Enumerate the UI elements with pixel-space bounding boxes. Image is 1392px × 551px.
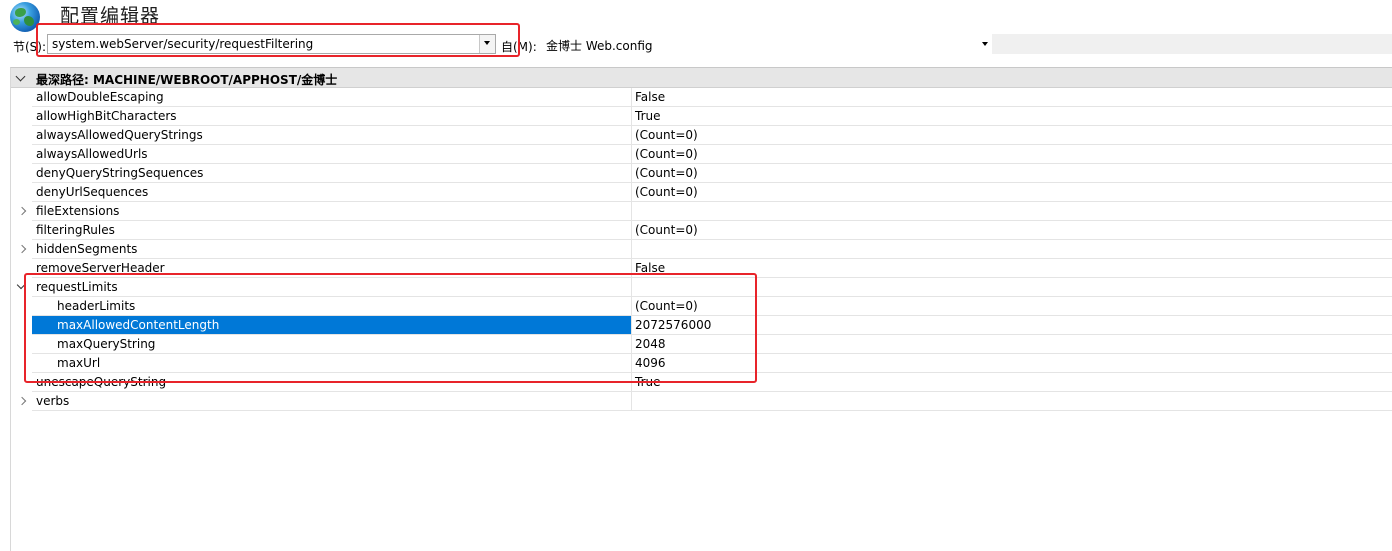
- from-label: 自(M):: [501, 40, 537, 54]
- row-name: removeServerHeader: [36, 261, 165, 275]
- row-name: allowHighBitCharacters: [36, 109, 177, 123]
- grid-row-removeserverheader[interactable]: removeServerHeader False: [11, 259, 1392, 278]
- chevron-right-icon[interactable]: [17, 244, 27, 254]
- row-value[interactable]: (Count=0): [635, 166, 698, 180]
- row-value[interactable]: 4096: [635, 356, 666, 370]
- grid-row-alwaysallowedquerystrings[interactable]: alwaysAllowedQueryStrings (Count=0): [11, 126, 1392, 145]
- grid-row-allowdoubleescaping[interactable]: allowDoubleEscaping False: [11, 88, 1392, 107]
- from-value: 金博士 Web.config: [546, 39, 653, 53]
- row-value[interactable]: True: [635, 375, 661, 389]
- grid-row-headerlimits[interactable]: headerLimits (Count=0): [11, 297, 1392, 316]
- chevron-right-icon[interactable]: [17, 396, 27, 406]
- section-label: 节(S):: [13, 40, 47, 54]
- dropdown-arrow-icon[interactable]: [479, 35, 495, 53]
- property-grid: 最深路径: MACHINE/WEBROOT/APPHOST/金博士 allowD…: [10, 67, 1392, 551]
- row-name: requestLimits: [36, 280, 118, 294]
- row-name: hiddenSegments: [36, 242, 138, 256]
- grid-row-maxquerystring[interactable]: maxQueryString 2048: [11, 335, 1392, 354]
- section-dropdown[interactable]: system.webServer/security/requestFilteri…: [47, 34, 496, 54]
- row-value[interactable]: (Count=0): [635, 299, 698, 313]
- row-value[interactable]: False: [635, 261, 665, 275]
- row-value[interactable]: True: [635, 109, 661, 123]
- dropdown-arrow-icon[interactable]: [982, 42, 988, 46]
- grid-row-filteringrules[interactable]: filteringRules (Count=0): [11, 221, 1392, 240]
- from-dropdown[interactable]: 金博士 Web.config: [542, 34, 992, 54]
- grid-row-hiddensegments[interactable]: hiddenSegments: [11, 240, 1392, 259]
- chevron-right-icon[interactable]: [17, 206, 27, 216]
- grid-row-requestlimits[interactable]: requestLimits: [11, 278, 1392, 297]
- row-name: maxAllowedContentLength: [57, 318, 220, 332]
- row-name: maxQueryString: [57, 337, 156, 351]
- row-name: alwaysAllowedQueryStrings: [36, 128, 203, 142]
- row-value[interactable]: 2048: [635, 337, 666, 351]
- grid-row-fileextensions[interactable]: fileExtensions: [11, 202, 1392, 221]
- section-value: system.webServer/security/requestFilteri…: [52, 37, 314, 51]
- row-value[interactable]: (Count=0): [635, 128, 698, 142]
- grid-row-unescapequerystring[interactable]: unescapeQueryString True: [11, 373, 1392, 392]
- row-name: maxUrl: [57, 356, 101, 370]
- row-name: unescapeQueryString: [36, 375, 167, 389]
- row-value[interactable]: 2072576000: [635, 318, 711, 332]
- grid-row-denyquerystringsequences[interactable]: denyQueryStringSequences (Count=0): [11, 164, 1392, 183]
- header-filler: [992, 34, 1392, 54]
- row-name: denyUrlSequences: [36, 185, 149, 199]
- row-name: denyQueryStringSequences: [36, 166, 204, 180]
- row-value[interactable]: False: [635, 90, 665, 104]
- row-value[interactable]: (Count=0): [635, 147, 698, 161]
- chevron-down-icon[interactable]: [16, 280, 26, 290]
- grid-row-alwaysallowedurls[interactable]: alwaysAllowedUrls (Count=0): [11, 145, 1392, 164]
- row-value[interactable]: (Count=0): [635, 223, 698, 237]
- grid-row-maxallowedcontentlength[interactable]: maxAllowedContentLength 2072576000: [11, 316, 1392, 335]
- globe-icon: [10, 2, 40, 32]
- row-name: fileExtensions: [36, 204, 120, 218]
- grid-row-verbs[interactable]: verbs: [11, 392, 1392, 411]
- row-name: allowDoubleEscaping: [36, 90, 164, 104]
- group-header-label: 最深路径: MACHINE/WEBROOT/APPHOST/金博士: [36, 73, 338, 87]
- page-title: 配置编辑器: [60, 5, 161, 27]
- group-header[interactable]: 最深路径: MACHINE/WEBROOT/APPHOST/金博士: [11, 68, 1392, 88]
- row-value[interactable]: (Count=0): [635, 185, 698, 199]
- grid-row-maxurl[interactable]: maxUrl 4096: [11, 354, 1392, 373]
- grid-row-denyurlsequences[interactable]: denyUrlSequences (Count=0): [11, 183, 1392, 202]
- chevron-down-icon[interactable]: [15, 71, 26, 82]
- row-name: verbs: [36, 394, 70, 408]
- row-name: headerLimits: [57, 299, 136, 313]
- row-name: alwaysAllowedUrls: [36, 147, 148, 161]
- grid-row-allowhighbitcharacters[interactable]: allowHighBitCharacters True: [11, 107, 1392, 126]
- row-name: filteringRules: [36, 223, 115, 237]
